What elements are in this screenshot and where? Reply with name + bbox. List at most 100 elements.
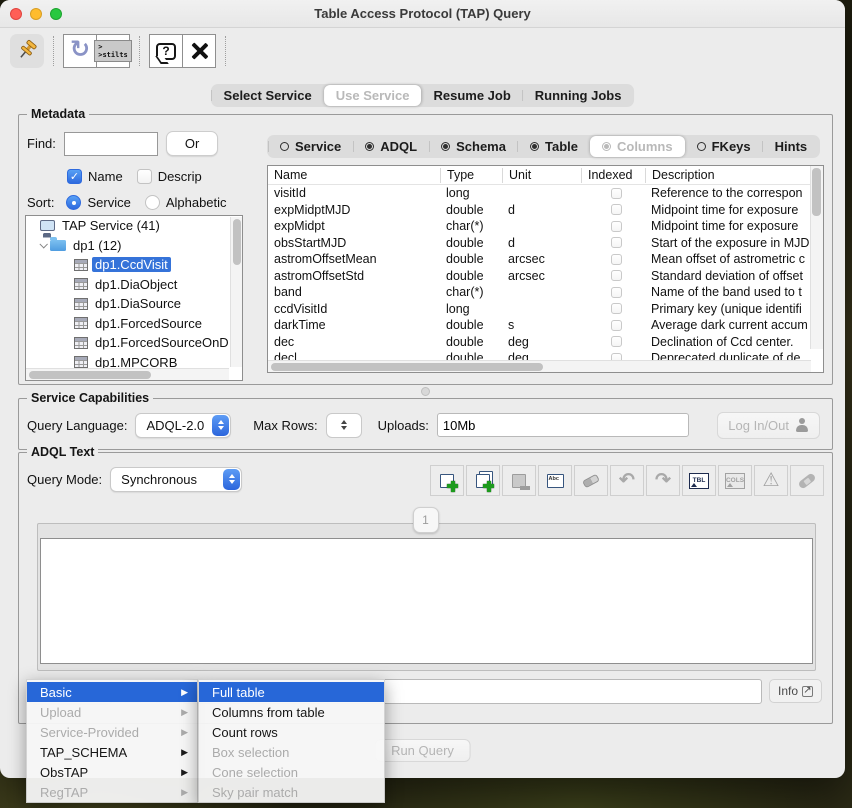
detail-tab[interactable]: Schema [429, 136, 518, 157]
table-row[interactable]: expMidptMJD double d Midpoint time for e… [268, 202, 810, 219]
add-tab-button[interactable] [430, 465, 464, 496]
tree-item[interactable]: dp1.CcdVisit [26, 255, 242, 275]
cell-indexed [581, 221, 645, 232]
max-rows-spinner[interactable] [326, 413, 362, 438]
remove-tab-button[interactable] [502, 465, 536, 496]
tree-item-label: dp1 (12) [70, 238, 124, 253]
detail-tab[interactable]: Hints [763, 136, 820, 157]
menu-item[interactable]: Basic ▶ [27, 682, 197, 702]
close-button[interactable] [182, 34, 216, 68]
help-button[interactable]: ? [149, 34, 183, 68]
column-header-description[interactable]: Description [645, 168, 823, 183]
table-horizontal-scrollbar[interactable] [268, 360, 811, 372]
table-row[interactable]: dec double deg Declination of Ccd center… [268, 334, 810, 351]
query-mode-select[interactable]: Synchronous [110, 467, 242, 492]
log-in-out-button[interactable]: Log In/Out [717, 412, 820, 439]
table-row[interactable]: astromOffsetStd double arcsec Standard d… [268, 268, 810, 285]
insert-table-button[interactable]: TBL [682, 465, 716, 496]
uploads-field[interactable] [437, 413, 689, 437]
detail-tab[interactable]: Table [518, 136, 590, 157]
run-query-button[interactable]: Run Query [374, 739, 471, 762]
find-logic-toggle-button[interactable]: Or [166, 131, 218, 156]
parse-errors-button[interactable]: ⚠ [754, 465, 788, 496]
main-tab[interactable]: Select Service [212, 85, 324, 106]
radio-icon [145, 195, 160, 210]
insert-columns-button[interactable]: COLS [718, 465, 752, 496]
redo-button[interactable]: ↷ [646, 465, 680, 496]
submenu-item[interactable]: Cone selection ▶ [199, 762, 384, 782]
submenu-item[interactable]: Full table ▶ [199, 682, 384, 702]
toolbar-separator [225, 36, 226, 66]
detail-tab-bar: Service ADQL Schema Table [267, 135, 820, 158]
table-vertical-scrollbar[interactable] [810, 166, 823, 349]
main-tab[interactable]: Use Service [324, 85, 422, 106]
example-info-button[interactable]: Info ↗ [769, 679, 822, 703]
sort-radio[interactable]: Alphabetic [145, 195, 227, 210]
column-header-indexed[interactable]: Indexed [581, 168, 645, 183]
table-row[interactable]: expMidpt char(*) Midpoint time for expos… [268, 218, 810, 235]
table-row[interactable]: band char(*) Name of the band used to t [268, 284, 810, 301]
menu-item[interactable]: ObsTAP ▶ [27, 762, 197, 782]
menu-item[interactable]: RegTAP ▶ [27, 782, 197, 802]
find-input[interactable] [64, 132, 158, 156]
cell-unit: arcsec [502, 252, 581, 266]
max-rows-label: Max Rows: [253, 418, 317, 433]
menu-item[interactable]: Service-Provided ▶ [27, 722, 197, 742]
find-filter-checkbox[interactable]: Descrip [137, 169, 202, 184]
keep-window-button[interactable] [10, 34, 44, 68]
column-header-type[interactable]: Type [440, 168, 502, 183]
rename-tab-button[interactable] [538, 465, 572, 496]
main-tab[interactable]: Resume Job [421, 85, 522, 106]
tree-item[interactable]: dp1.DiaSource [26, 294, 242, 314]
submenu-item[interactable]: Box selection ▶ [199, 742, 384, 762]
find-filter-checkbox[interactable]: Name [67, 169, 123, 184]
tree-item[interactable]: dp1 (12) [26, 236, 242, 256]
fix-text-button[interactable] [790, 465, 824, 496]
table-row[interactable]: ccdVisitId long Primary key (unique iden… [268, 301, 810, 318]
service-capabilities-title: Service Capabilities [27, 391, 153, 405]
tree-item[interactable]: dp1.DiaObject [26, 275, 242, 295]
detail-tab-label: Schema [456, 139, 506, 154]
cell-name: band [268, 285, 440, 299]
adql-text-area[interactable] [40, 538, 813, 664]
undo-button[interactable]: ↶ [610, 465, 644, 496]
clear-text-button[interactable] [574, 465, 608, 496]
cell-description: Declination of Ccd center. [645, 335, 810, 349]
submenu-item[interactable]: Count rows ▶ [199, 722, 384, 742]
table-row[interactable]: visitId long Reference to the correspon [268, 185, 810, 202]
detail-tab[interactable]: Columns [590, 136, 685, 157]
query-language-select[interactable]: ADQL-2.0 [135, 413, 231, 438]
reload-button[interactable]: ↻ [63, 34, 97, 68]
copy-tab-button[interactable] [466, 465, 500, 496]
main-tab[interactable]: Running Jobs [523, 85, 634, 106]
column-header-name[interactable]: Name [268, 168, 440, 183]
expand-chevron-icon[interactable] [39, 240, 47, 248]
tree-vertical-scrollbar[interactable] [230, 217, 242, 367]
column-header-unit[interactable]: Unit [502, 168, 581, 183]
metadata-tree: TAP Service (41) dp1 (12) dp1.CcdVisit [25, 215, 243, 381]
tool-icon: TBL [689, 473, 709, 489]
stilts-button[interactable]: > >stilts [96, 34, 130, 68]
table-row[interactable]: obsStartMJD double d Start of the exposu… [268, 235, 810, 252]
menu-item[interactable]: TAP_SCHEMA ▶ [27, 742, 197, 762]
tool-icon: ⚠ [762, 471, 779, 490]
detail-tab[interactable]: FKeys [685, 136, 763, 157]
stepper-icon [212, 415, 229, 436]
table-row[interactable]: astromOffsetMean double arcsec Mean offs… [268, 251, 810, 268]
submenu-item[interactable]: Sky pair match ▶ [199, 782, 384, 802]
table-row[interactable]: darkTime double s Average dark current a… [268, 317, 810, 334]
sort-radio[interactable]: Service [66, 195, 130, 210]
split-pane-handle[interactable] [421, 387, 430, 396]
adql-editor-panel [37, 523, 816, 671]
tree-item[interactable]: TAP Service (41) [26, 216, 242, 236]
adql-text-tab-1[interactable]: 1 [413, 507, 439, 533]
submenu-item[interactable]: Columns from table ▶ [199, 702, 384, 722]
pushpin-icon [16, 39, 38, 64]
submenu-item-label: Columns from table [212, 705, 325, 720]
menu-item[interactable]: Upload ▶ [27, 702, 197, 722]
detail-tab[interactable]: Service [268, 136, 353, 157]
tree-item[interactable]: dp1.ForcedSource [26, 314, 242, 334]
detail-tab[interactable]: ADQL [353, 136, 429, 157]
tree-horizontal-scrollbar[interactable] [26, 368, 229, 380]
tree-item[interactable]: dp1.ForcedSourceOnD [26, 333, 242, 353]
